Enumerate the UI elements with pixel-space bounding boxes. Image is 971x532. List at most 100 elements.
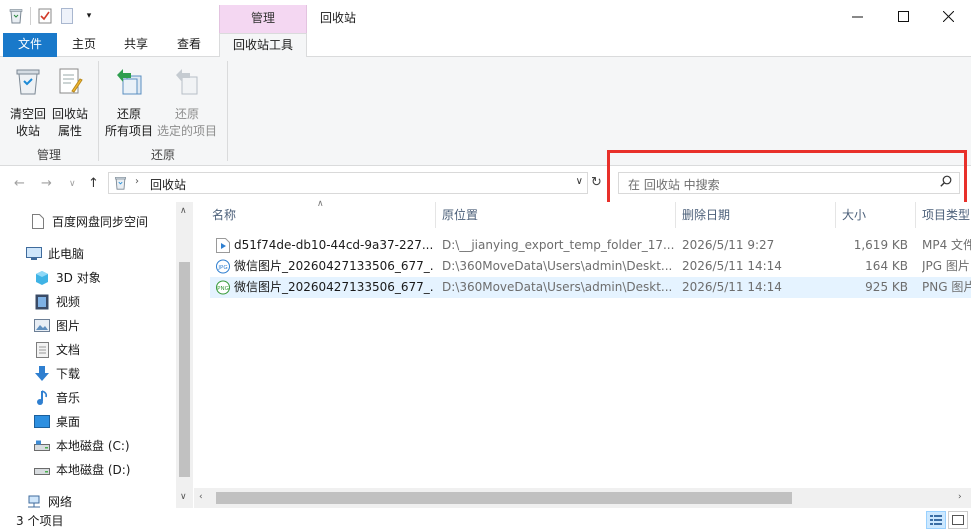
restore-all-label-1: 还原 <box>116 107 141 121</box>
tab-view[interactable]: 查看 <box>166 33 212 57</box>
music-icon <box>34 389 50 406</box>
context-group-label: 管理 <box>219 5 307 33</box>
empty-recycle-bin-button[interactable]: 清空回 收站 <box>4 65 52 140</box>
file-size: 925 KB <box>865 280 908 294</box>
tab-recycle-bin-tools[interactable]: 回收站工具 <box>219 33 307 58</box>
column-header-size[interactable]: 大小 <box>842 202 912 228</box>
nav-item-label: 桌面 <box>56 415 81 429</box>
nav-item-desktop[interactable]: 桌面 <box>34 413 80 430</box>
address-dropdown-chevron-icon[interactable]: ∨ <box>576 176 583 187</box>
document-icon <box>34 341 50 358</box>
address-bar[interactable]: › 回收站 ∨ <box>108 172 588 194</box>
scroll-up-chevron-icon[interactable]: ∧ <box>180 206 187 216</box>
drive-icon <box>34 438 50 454</box>
nav-item-pictures[interactable]: 图片 <box>34 317 80 334</box>
item-count: 3 个项目 <box>16 514 64 528</box>
group-label-manage: 管理 <box>36 148 61 162</box>
tab-home[interactable]: 主页 <box>61 33 107 57</box>
nav-item-label: 下载 <box>56 367 81 381</box>
restore-selected-label-1: 还原 <box>174 107 199 121</box>
column-divider[interactable] <box>435 202 436 228</box>
search-box[interactable]: 在 回收站 中搜索 <box>618 172 960 194</box>
column-divider[interactable] <box>835 202 836 228</box>
picture-icon <box>34 318 50 334</box>
nav-item-label: 本地磁盘 (C:) <box>56 439 130 453</box>
scroll-left-chevron-icon[interactable]: ‹ <box>199 492 203 502</box>
file-location: D:\360MoveData\Users\admin\Deskt... <box>442 259 673 273</box>
search-icon[interactable] <box>940 175 952 191</box>
breadcrumb-chevron-icon[interactable]: › <box>135 176 139 187</box>
forward-arrow-icon[interactable]: → <box>41 176 52 191</box>
download-icon <box>34 365 50 382</box>
properties-check-icon[interactable] <box>37 8 53 24</box>
scroll-right-chevron-icon[interactable]: › <box>958 492 962 502</box>
column-header-type[interactable]: 项目类型 <box>922 202 971 228</box>
scroll-down-chevron-icon[interactable]: ∨ <box>180 492 187 502</box>
file-name: 微信图片_20260427133506_677_... <box>234 280 434 294</box>
scrollbar-thumb[interactable] <box>179 262 190 477</box>
nav-item-label: 音乐 <box>56 391 81 405</box>
close-button[interactable] <box>925 0 971 33</box>
nav-vertical-scrollbar[interactable]: ∧ ∨ <box>176 202 193 508</box>
nav-item-drive-d[interactable]: 本地磁盘 (D:) <box>34 461 130 478</box>
svg-text:PNG: PNG <box>217 286 229 292</box>
status-bar: 3 个项目 <box>0 508 971 532</box>
restore-selected-button[interactable]: 还原 选定的项目 <box>154 65 220 140</box>
large-icons-view-button[interactable] <box>948 511 968 529</box>
properties-label-1: 回收站 <box>51 107 88 121</box>
file-row[interactable]: JPG 微信图片_20260427133506_677_... D:\360Mo… <box>210 256 971 277</box>
search-placeholder: 在 回收站 中搜索 <box>628 178 720 192</box>
video-file-icon <box>216 238 230 253</box>
tab-file[interactable]: 文件 <box>3 33 57 57</box>
column-header-date-deleted[interactable]: 删除日期 <box>682 202 832 228</box>
explorer-window: ▾ 管理 回收站 文件 主页 共享 查看 回收站工具 ⌃ ? <box>0 0 971 532</box>
nav-item-downloads[interactable]: 下载 <box>34 365 80 382</box>
ribbon-tabs: 文件 主页 共享 查看 回收站工具 ⌃ ? <box>0 33 971 87</box>
back-arrow-icon[interactable]: ← <box>14 176 25 191</box>
properties-icon <box>59 68 83 94</box>
customize-toolbar-chevron-icon[interactable]: ▾ <box>81 8 97 24</box>
nav-item-videos[interactable]: 视频 <box>34 293 80 310</box>
details-view-button[interactable] <box>926 511 946 529</box>
file-list-horizontal-scrollbar[interactable]: ‹ › <box>194 488 971 508</box>
column-divider[interactable] <box>675 202 676 228</box>
nav-item-label: 此电脑 <box>48 247 85 261</box>
nav-item-label: 图片 <box>56 319 81 333</box>
column-header-location[interactable]: 原位置 <box>442 202 672 228</box>
restore-all-button[interactable]: 还原 所有项目 <box>102 65 156 140</box>
nav-item-drive-c[interactable]: 本地磁盘 (C:) <box>34 437 130 454</box>
up-arrow-icon[interactable]: ↑ <box>88 176 99 191</box>
restore-all-label-2: 所有项目 <box>104 124 153 138</box>
recent-locations-chevron-icon[interactable]: ∨ <box>69 179 76 189</box>
nav-item-music[interactable]: 音乐 <box>34 389 80 406</box>
nav-item-label: 文档 <box>56 343 81 357</box>
minimize-icon <box>851 16 863 18</box>
new-document-icon[interactable] <box>59 8 75 24</box>
file-date-deleted: 2026/5/11 14:14 <box>682 280 782 294</box>
nav-item-baidu-sync[interactable]: 百度网盘同步空间 <box>30 213 148 230</box>
file-location: D:\__jianying_export_temp_folder_17... <box>442 238 674 252</box>
nav-item-3d-objects[interactable]: 3D 对象 <box>34 269 101 286</box>
restore-all-icon <box>117 69 142 95</box>
close-icon <box>942 11 954 22</box>
maximize-button[interactable] <box>880 0 926 33</box>
column-header-name[interactable]: 名称 <box>212 202 432 228</box>
file-type: MP4 文件 <box>922 238 971 252</box>
ribbon-group-divider <box>227 61 228 161</box>
svg-text:JPG: JPG <box>217 265 227 271</box>
refresh-icon[interactable]: ↻ <box>591 175 602 190</box>
scrollbar-thumb[interactable] <box>216 492 792 504</box>
file-name: d51f74de-db10-44cd-9a37-227... <box>234 238 434 252</box>
nav-item-documents[interactable]: 文档 <box>34 341 80 358</box>
empty-recycle-bin-icon <box>16 69 40 95</box>
file-row[interactable]: d51f74de-db10-44cd-9a37-227... D:\__jian… <box>210 235 971 256</box>
nav-item-this-pc[interactable]: 此电脑 <box>26 245 84 262</box>
recycle-bin-properties-button[interactable]: 回收站 属性 <box>48 65 92 140</box>
tab-share[interactable]: 共享 <box>113 33 159 57</box>
breadcrumb-recycle-bin[interactable]: 回收站 <box>150 176 186 193</box>
file-row-selected[interactable]: PNG 微信图片_20260427133506_677_... D:\360Mo… <box>210 277 971 298</box>
file-name: 微信图片_20260427133506_677_... <box>234 259 434 273</box>
minimize-button[interactable] <box>834 0 880 33</box>
jpg-file-icon: JPG <box>216 259 230 274</box>
column-divider[interactable] <box>915 202 916 228</box>
